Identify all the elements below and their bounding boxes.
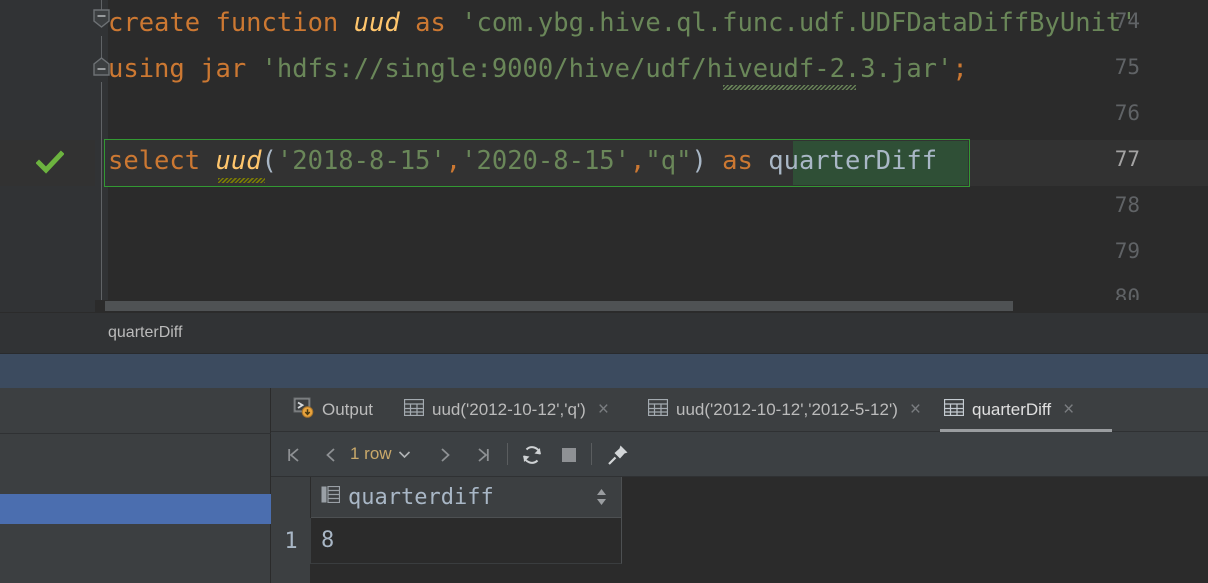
tree-selected-item[interactable] — [0, 494, 271, 524]
results-grid[interactable]: quarterdiff 1 8 — [271, 477, 1208, 583]
tab-uud-range[interactable]: uud('2012-10-12','2012-5-12') × — [644, 388, 925, 432]
left-panel-divider — [0, 433, 271, 434]
token-keyword: create function — [108, 8, 354, 38]
results-panel: Output uud('2012-10-12','q') × uud('2012… — [271, 388, 1208, 583]
code-text[interactable]: create function uud as 'com.ybg.hive.ql.… — [108, 0, 1208, 300]
app-window: 74 75 76 77 78 79 80 create function uud… — [0, 0, 1208, 583]
column-icon — [321, 485, 341, 508]
token-string-class: 'com.ybg.hive.ql.func.udf.UDFDataDiffByU… — [461, 8, 1137, 38]
toolbar-separator-1 — [507, 443, 508, 465]
token-string-date1: '2018-8-15' — [276, 146, 446, 176]
output-console-icon — [293, 397, 314, 423]
warning-squiggle-jar-path — [723, 85, 856, 90]
row-count-label: 1 row — [350, 444, 392, 463]
token-comma1: , — [445, 146, 462, 176]
token-keyword-as2: as — [722, 146, 753, 176]
selected-band — [0, 354, 1208, 388]
token-paren-open: ( — [261, 146, 277, 176]
token-keyword-as: as — [415, 8, 446, 38]
lower-area: Output uud('2012-10-12','q') × uud('2012… — [0, 388, 1208, 583]
tab-uud-q[interactable]: uud('2012-10-12','q') × — [400, 388, 613, 432]
token-comma2: , — [630, 146, 646, 176]
sort-arrows-icon[interactable] — [596, 488, 607, 508]
table-icon — [647, 398, 669, 421]
token-space4 — [753, 146, 768, 176]
token-keyword-select: select — [108, 146, 216, 176]
close-icon[interactable]: × — [1063, 399, 1074, 421]
warning-squiggle-uud — [218, 178, 265, 183]
last-page-icon[interactable] — [468, 440, 498, 470]
row-count-selector[interactable]: 1 row — [350, 444, 411, 464]
token-space3 — [707, 146, 722, 176]
token-paren-close: ) — [691, 146, 707, 176]
results-toolbar: 1 row — [271, 432, 1208, 477]
green-check-icon — [35, 149, 65, 177]
stop-icon[interactable] — [554, 440, 584, 470]
left-tool-panel[interactable] — [0, 388, 271, 583]
token-space2 — [446, 8, 461, 38]
editor-hscroll-thumb[interactable] — [105, 301, 1013, 311]
tab-output-label: Output — [322, 400, 374, 419]
token-string-unit: "q" — [645, 146, 692, 176]
token-function-uud: uud — [215, 146, 262, 176]
token-function: uud — [353, 8, 400, 38]
token-keyword-using-jar: using jar — [108, 54, 262, 84]
first-page-icon[interactable] — [279, 440, 309, 470]
tab-output[interactable]: Output — [289, 388, 377, 432]
tab-quarterdiff[interactable]: quarterDiff × — [940, 388, 1112, 432]
token-string-date2: '2020-8-15' — [461, 146, 631, 176]
tab-quarterdiff-label: quarterDiff — [972, 400, 1052, 419]
pin-icon[interactable] — [603, 440, 633, 470]
token-semicolon: ; — [952, 54, 968, 84]
tab-uud-q-label: uud('2012-10-12','q') — [432, 400, 586, 419]
grid-column-label: quarterdiff — [348, 484, 494, 510]
tab-uud-range-label: uud('2012-10-12','2012-5-12') — [676, 400, 898, 419]
prev-page-icon[interactable] — [316, 440, 346, 470]
token-string-hdfs: 'hdfs://single:9000/hive/udf/hiveudf-2.3… — [261, 54, 953, 84]
refresh-icon[interactable] — [517, 440, 547, 470]
code-line-74[interactable]: create function uud as 'com.ybg.hive.ql.… — [108, 0, 1137, 46]
close-icon[interactable]: × — [910, 399, 921, 421]
breadcrumb[interactable]: quarterDiff — [0, 313, 1208, 354]
sql-editor[interactable]: 74 75 76 77 78 79 80 create function uud… — [0, 0, 1208, 312]
table-icon — [403, 398, 425, 421]
breadcrumb-label: quarterDiff — [108, 324, 183, 341]
grid-cell-quarterdiff[interactable]: 8 — [311, 518, 622, 564]
grid-row-number: 1 — [271, 518, 311, 564]
fold-line-bottom — [101, 82, 102, 312]
close-icon[interactable]: × — [598, 399, 609, 421]
table-icon — [943, 398, 965, 421]
chevron-down-icon — [398, 447, 411, 462]
grid-column-header-quarterdiff[interactable]: quarterdiff — [311, 477, 622, 518]
toolbar-separator-2 — [591, 443, 592, 465]
token-alias: quarterDiff — [768, 146, 938, 176]
results-tab-bar: Output uud('2012-10-12','q') × uud('2012… — [271, 388, 1208, 432]
next-page-icon[interactable] — [430, 440, 460, 470]
